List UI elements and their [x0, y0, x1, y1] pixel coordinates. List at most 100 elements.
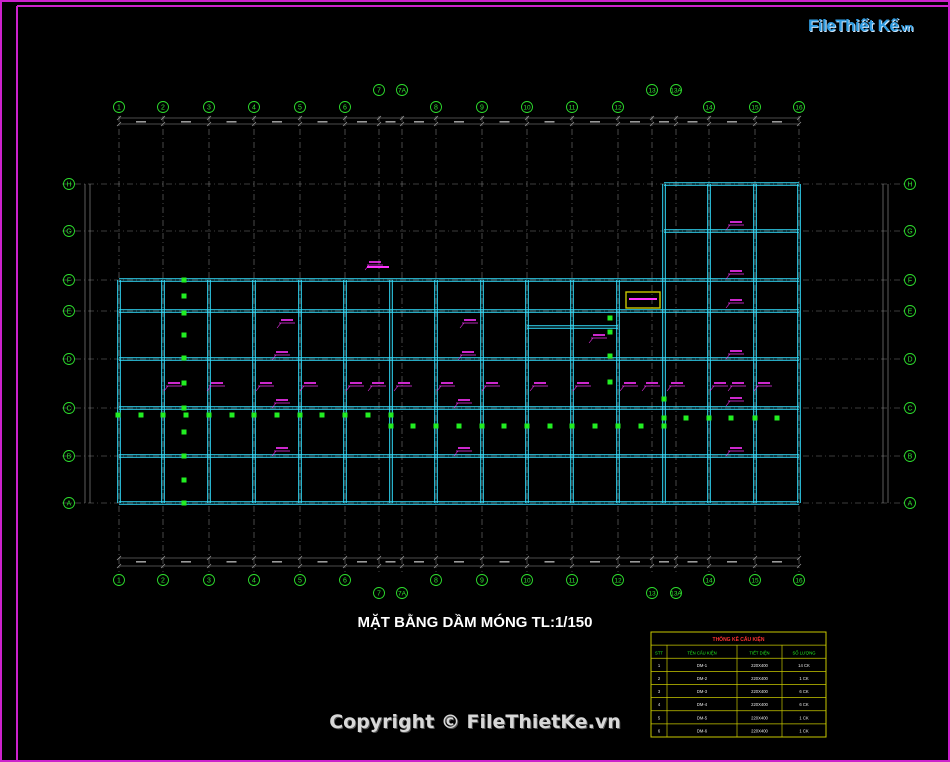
table-header-cell: TÊN CẤU KIỆN [687, 650, 716, 655]
dim-text-mark [630, 561, 640, 563]
dim-text-mark [659, 121, 669, 123]
grid-bubble-label: H [907, 182, 912, 189]
dim-text-mark [727, 561, 737, 563]
dim-text-mark [544, 561, 555, 563]
column-marker [181, 380, 187, 386]
table-header-cell: TIẾT DIỆN [749, 650, 769, 655]
column-marker [365, 412, 371, 418]
table-title: THỐNG KÊ CẤU KIỆN [713, 635, 765, 643]
grid-bubble-label: G [66, 229, 71, 236]
column-marker [181, 277, 187, 283]
column-marker [342, 412, 348, 418]
grid-bubble-label: D [907, 357, 912, 364]
grid-bubble-label: 13A [670, 88, 682, 95]
grid-bubble-label: A [67, 501, 72, 508]
grid-bubble-label: B [908, 454, 913, 461]
dim-text-mark [357, 561, 367, 563]
dim-text-mark [272, 561, 282, 563]
column-marker [661, 396, 667, 402]
grid-bubble-label: H [66, 182, 71, 189]
dim-text-mark [136, 121, 146, 123]
grid-bubble-label: 14 [705, 105, 713, 112]
table-cell: 220X400 [751, 663, 768, 668]
grid-bubble-label: 2 [161, 105, 165, 112]
column-marker [160, 412, 166, 418]
column-marker [388, 412, 394, 418]
grid-bubble-label: C [66, 406, 71, 413]
column-marker [181, 477, 187, 483]
grid-bubble-label: E [908, 309, 913, 316]
grid-bubble-label: 9 [480, 578, 484, 585]
dim-text-mark [317, 561, 328, 563]
table-cell: DM-3 [697, 689, 708, 694]
grid-bubble-label: B [67, 454, 72, 461]
grid-bubble-label: E [67, 309, 72, 316]
grid-bubble-label: 1 [117, 578, 121, 585]
dim-text-mark [687, 561, 698, 563]
column-marker [433, 423, 439, 429]
column-marker [456, 423, 462, 429]
column-marker [251, 412, 257, 418]
column-marker [183, 412, 189, 418]
grid-bubble-label: 4 [252, 578, 256, 585]
foundation-beam-plan: 112233445566777A7A8899101011111212131313… [0, 0, 950, 762]
sheet-background [0, 0, 950, 762]
grid-bubble-label: 10 [523, 105, 531, 112]
dim-text-mark [357, 121, 367, 123]
dim-text-mark [544, 121, 555, 123]
dim-text-mark [181, 121, 191, 123]
grid-bubble-label: F [67, 278, 71, 285]
column-marker [569, 423, 575, 429]
dim-text-mark [414, 561, 424, 563]
column-marker [683, 415, 689, 421]
dim-text-mark [772, 121, 782, 123]
logo-suffix-text: .vn [898, 22, 913, 34]
column-marker [607, 329, 613, 335]
grid-bubble-label: 16 [795, 105, 803, 112]
stair-box-text [629, 298, 657, 300]
grid-bubble-label: 4 [252, 105, 256, 112]
column-marker [181, 355, 187, 361]
grid-bubble-label: 11 [569, 105, 576, 112]
table-cell: DM-2 [697, 676, 708, 681]
column-marker [181, 310, 187, 316]
grid-bubble-label: 3 [207, 578, 211, 585]
grid-bubble-label: 12 [614, 105, 622, 112]
table-cell: 14 CK [798, 663, 810, 668]
dim-text-mark [317, 121, 328, 123]
column-marker [410, 423, 416, 429]
logo-brand-text: FileThiết Kế [808, 16, 899, 35]
grid-bubble-label: D [66, 357, 71, 364]
column-marker [607, 379, 613, 385]
table-cell: 6 CK [799, 689, 809, 694]
grid-bubble-label: 12 [614, 578, 622, 585]
column-marker [547, 423, 553, 429]
column-marker [181, 405, 187, 411]
grid-bubble-label: 5 [298, 578, 302, 585]
grid-bubble-label: 16 [795, 578, 803, 585]
table-cell: DM-1 [697, 663, 708, 668]
dim-text-mark [181, 561, 191, 563]
column-marker [181, 453, 187, 459]
table-cell: 6 CK [799, 702, 809, 707]
grid-bubble-label: 11 [569, 578, 576, 585]
dim-text-mark [590, 121, 600, 123]
grid-bubble-label: 6 [343, 105, 347, 112]
dim-text-mark [590, 561, 600, 563]
grid-bubble-label: 13 [648, 591, 656, 598]
grid-bubble-label: 13 [648, 88, 656, 95]
grid-bubble-label: 3 [207, 105, 211, 112]
dim-text-mark [454, 121, 464, 123]
grid-bubble-label: 9 [480, 105, 484, 112]
column-marker [229, 412, 235, 418]
grid-bubble-label: 15 [751, 105, 759, 112]
grid-bubble-label: 8 [434, 578, 438, 585]
column-marker [479, 423, 485, 429]
copyright-watermark: Copyright © FileThietKe.vn [329, 711, 621, 733]
axis-label-mark [367, 266, 389, 268]
column-marker [615, 423, 621, 429]
dim-text-mark [385, 561, 396, 563]
dim-text-mark [687, 121, 698, 123]
table-header-cell: STT [655, 650, 663, 655]
dim-text-mark [226, 121, 237, 123]
